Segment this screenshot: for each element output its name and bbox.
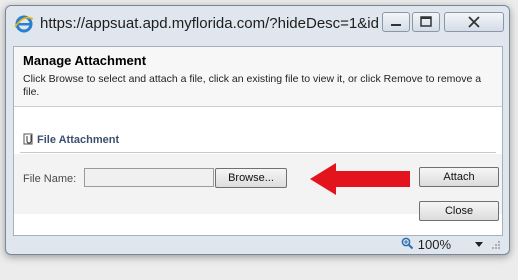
- dialog-header: Manage Attachment Click Browse to select…: [14, 47, 502, 107]
- ie-icon: [14, 15, 34, 33]
- close-button[interactable]: Close: [419, 201, 499, 221]
- maximize-icon: [420, 16, 432, 27]
- browse-button[interactable]: Browse...: [215, 168, 287, 188]
- dialog-description: Click Browse to select and attach a file…: [23, 73, 482, 98]
- dialog-title: Manage Attachment: [23, 53, 147, 68]
- close-window-button[interactable]: [444, 12, 504, 32]
- dialog-content: Manage Attachment Click Browse to select…: [13, 46, 503, 236]
- paperclip-icon: [23, 133, 33, 145]
- browser-popup-window: https://appsuat.apd.myflorida.com/?hideD…: [5, 5, 510, 255]
- minimize-button[interactable]: [382, 12, 410, 32]
- minimize-icon: [391, 24, 401, 26]
- zoom-level: 100%: [417, 237, 451, 252]
- close-icon: [468, 16, 480, 28]
- file-name-input[interactable]: [84, 168, 214, 187]
- section-label: File Attachment: [37, 134, 120, 146]
- section-divider: [20, 152, 496, 153]
- title-bar: https://appsuat.apd.myflorida.com/?hideD…: [6, 6, 509, 42]
- attach-button[interactable]: Attach: [419, 167, 499, 187]
- status-bar: 100%: [13, 237, 503, 252]
- section-heading: File Attachment: [23, 133, 119, 146]
- red-arrow-icon: [310, 163, 410, 195]
- zoom-dropdown-icon[interactable]: [475, 242, 483, 247]
- zoom-control[interactable]: 100%: [401, 237, 451, 252]
- zoom-icon: [401, 237, 413, 250]
- maximize-button[interactable]: [412, 12, 440, 32]
- window-url: https://appsuat.apd.myflorida.com/?hideD…: [40, 15, 380, 32]
- file-name-label: File Name:: [23, 173, 77, 185]
- resize-grip-icon[interactable]: [491, 240, 501, 250]
